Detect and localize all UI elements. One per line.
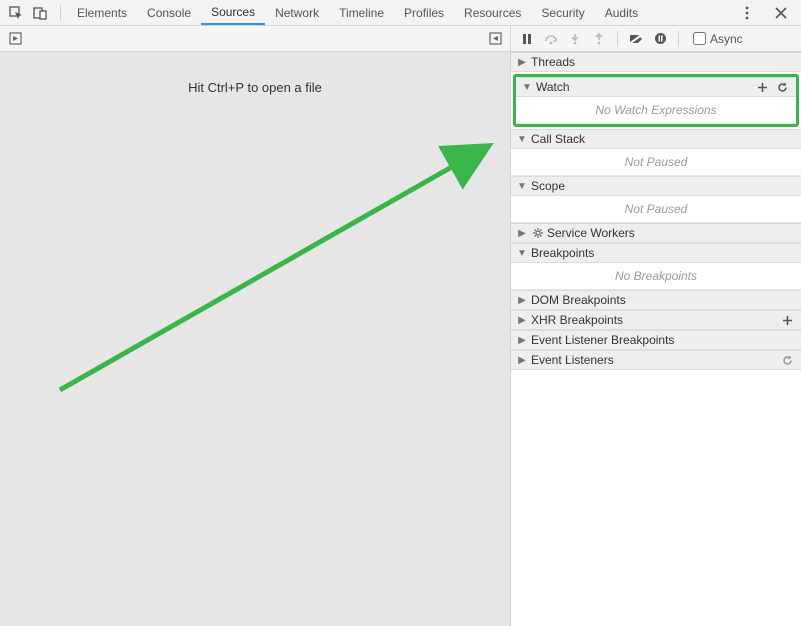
section-scope[interactable]: ▼ Scope: [511, 176, 801, 196]
breakpoints-empty-message: No Breakpoints: [511, 263, 801, 290]
tab-security[interactable]: Security: [531, 0, 594, 25]
step-into-icon[interactable]: [565, 29, 585, 49]
section-breakpoints[interactable]: ▼ Breakpoints: [511, 243, 801, 263]
sources-panel: Hit Ctrl+P to open a file: [0, 26, 801, 626]
tab-label: Timeline: [339, 6, 384, 20]
annotation-highlight-box: ▼ Watch No Watch Expressions: [513, 74, 799, 127]
debugger-sections: ▶ Threads ▼ Watch No Watch Expressions: [511, 52, 801, 626]
section-label: Event Listener Breakpoints: [531, 333, 674, 347]
annotation-arrow: [0, 52, 510, 626]
async-checkbox-input[interactable]: [693, 32, 706, 45]
section-label: DOM Breakpoints: [531, 293, 626, 307]
panel-tabs: Elements Console Sources Network Timelin…: [67, 0, 737, 25]
section-label: Scope: [531, 179, 565, 193]
tab-timeline[interactable]: Timeline: [329, 0, 394, 25]
tab-label: Console: [147, 6, 191, 20]
scope-empty-message: Not Paused: [511, 196, 801, 223]
expand-icon: ▶: [517, 228, 527, 239]
divider: [60, 5, 61, 21]
section-event-listener-breakpoints[interactable]: ▶ Event Listener Breakpoints: [511, 330, 801, 350]
divider: [617, 31, 618, 47]
tab-elements[interactable]: Elements: [67, 0, 137, 25]
section-label: XHR Breakpoints: [531, 313, 623, 327]
section-watch[interactable]: ▼ Watch: [516, 77, 796, 97]
divider: [678, 31, 679, 47]
section-label: Breakpoints: [531, 246, 594, 260]
tab-resources[interactable]: Resources: [454, 0, 531, 25]
tab-audits[interactable]: Audits: [595, 0, 648, 25]
section-call-stack[interactable]: ▼ Call Stack: [511, 129, 801, 149]
kebab-menu-icon[interactable]: [737, 3, 757, 23]
refresh-event-listeners-icon[interactable]: [779, 352, 795, 368]
tab-label: Security: [541, 6, 584, 20]
pause-on-exceptions-icon[interactable]: [650, 29, 670, 49]
add-watch-icon[interactable]: [754, 79, 770, 95]
step-out-icon[interactable]: [589, 29, 609, 49]
tab-label: Resources: [464, 6, 521, 20]
deactivate-breakpoints-icon[interactable]: [626, 29, 646, 49]
tab-console[interactable]: Console: [137, 0, 201, 25]
section-dom-breakpoints[interactable]: ▶ DOM Breakpoints: [511, 290, 801, 310]
show-debugger-icon[interactable]: [486, 30, 504, 48]
async-label: Async: [710, 32, 743, 46]
tab-profiles[interactable]: Profiles: [394, 0, 454, 25]
expand-icon: ▶: [517, 295, 527, 306]
devtools-top-tabbar: Elements Console Sources Network Timelin…: [0, 0, 801, 26]
section-event-listeners[interactable]: ▶ Event Listeners: [511, 350, 801, 370]
expand-icon: ▶: [517, 355, 527, 366]
tab-label: Sources: [211, 5, 255, 19]
collapse-icon: ▼: [522, 82, 532, 93]
editor-toolbar: [0, 26, 510, 52]
section-label: Threads: [531, 55, 575, 69]
section-threads[interactable]: ▶ Threads: [511, 52, 801, 72]
open-file-hint: Hit Ctrl+P to open a file: [188, 80, 322, 95]
expand-icon: ▶: [517, 335, 527, 346]
call-stack-empty-message: Not Paused: [511, 149, 801, 176]
expand-icon: ▶: [517, 315, 527, 326]
section-service-workers[interactable]: ▶ Service Workers: [511, 223, 801, 243]
section-label: Call Stack: [531, 132, 585, 146]
watch-empty-message: No Watch Expressions: [516, 97, 796, 124]
editor-pane: Hit Ctrl+P to open a file: [0, 26, 511, 626]
collapse-icon: ▼: [517, 134, 527, 145]
collapse-icon: ▼: [517, 181, 527, 192]
close-devtools-icon[interactable]: [771, 3, 791, 23]
pause-script-icon[interactable]: [517, 29, 537, 49]
tab-label: Profiles: [404, 6, 444, 20]
gear-icon: [531, 228, 545, 238]
device-toolbar-icon[interactable]: [30, 3, 50, 23]
step-over-icon[interactable]: [541, 29, 561, 49]
expand-icon: ▶: [517, 57, 527, 68]
async-checkbox[interactable]: Async: [693, 32, 743, 46]
debugger-toolbar: Async: [511, 26, 801, 52]
section-xhr-breakpoints[interactable]: ▶ XHR Breakpoints: [511, 310, 801, 330]
editor-body: Hit Ctrl+P to open a file: [0, 52, 510, 626]
refresh-watch-icon[interactable]: [774, 79, 790, 95]
section-label: Service Workers: [547, 226, 635, 240]
add-xhr-breakpoint-icon[interactable]: [779, 312, 795, 328]
tab-label: Audits: [605, 6, 638, 20]
collapse-icon: ▼: [517, 248, 527, 259]
debugger-pane: Async ▶ Threads ▼ Watch: [511, 26, 801, 626]
tab-label: Elements: [77, 6, 127, 20]
tab-sources[interactable]: Sources: [201, 0, 265, 25]
section-label: Watch: [536, 80, 570, 94]
section-label: Event Listeners: [531, 353, 614, 367]
tab-label: Network: [275, 6, 319, 20]
show-navigator-icon[interactable]: [6, 30, 24, 48]
inspect-element-icon[interactable]: [6, 3, 26, 23]
tab-network[interactable]: Network: [265, 0, 329, 25]
